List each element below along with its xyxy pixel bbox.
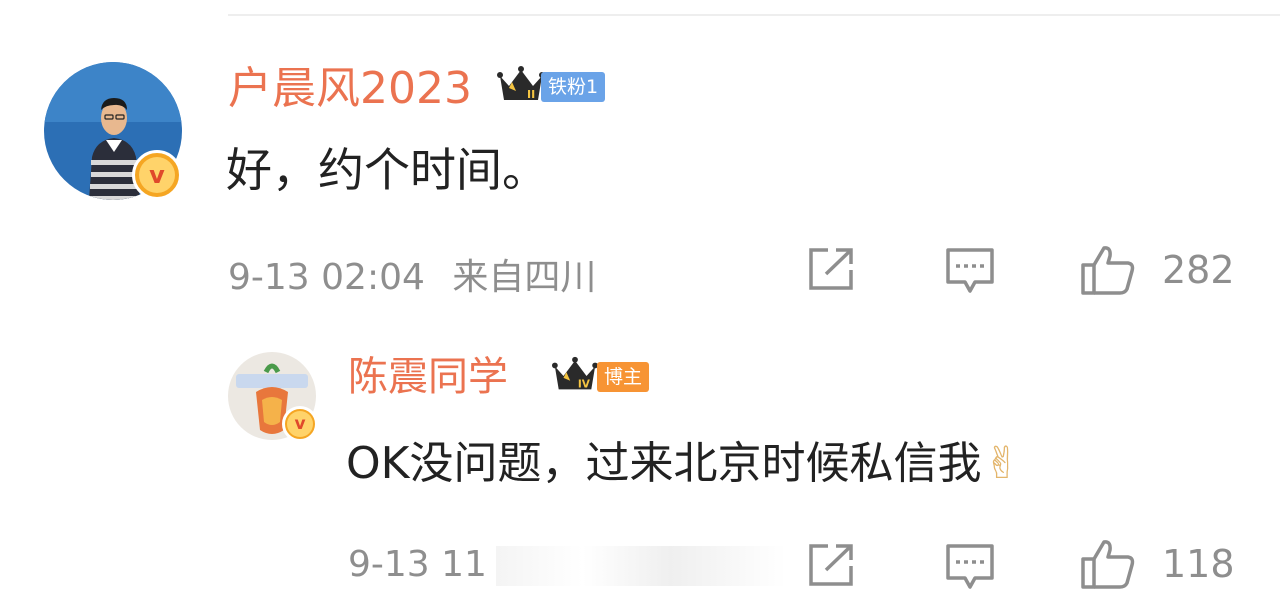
fan-badge: 铁粉1 xyxy=(541,72,606,102)
username[interactable]: 陈震同学 xyxy=(348,352,508,402)
like-icon xyxy=(1081,540,1135,589)
comment-icon xyxy=(946,248,994,293)
reply-text: OK没问题，过来北京时候私信我✌ xyxy=(346,434,1020,494)
username[interactable]: 户晨风2023 xyxy=(228,62,472,116)
share-button[interactable] xyxy=(806,246,856,292)
like-button[interactable]: 118 xyxy=(1080,538,1235,590)
comment-button[interactable] xyxy=(944,542,996,592)
svg-text:IV: IV xyxy=(578,379,591,391)
like-icon xyxy=(1081,246,1135,295)
reply-text-body: OK没问题，过来北京时候私信我 xyxy=(346,438,982,489)
comment-meta: 9-13 02:04 来自四川 xyxy=(228,248,596,300)
share-button[interactable] xyxy=(806,542,856,588)
blogger-badge: 博主 xyxy=(597,362,650,392)
svg-text:II: II xyxy=(527,88,535,101)
like-count: 118 xyxy=(1162,542,1235,586)
location: 来自四川 xyxy=(452,257,597,298)
comment-text: 好，约个时间。 xyxy=(226,143,548,197)
comment-icon xyxy=(946,544,994,589)
redacted-area xyxy=(496,546,786,586)
share-icon xyxy=(809,248,853,290)
top-divider xyxy=(228,14,1280,16)
like-button[interactable]: 282 xyxy=(1080,244,1235,296)
share-icon xyxy=(809,544,853,586)
verified-icon: v xyxy=(132,150,182,200)
crown-icon: IV xyxy=(552,356,598,391)
timestamp: 9-13 11 xyxy=(348,544,487,585)
victory-hand-icon: ✌ xyxy=(983,438,1021,489)
like-count: 282 xyxy=(1162,248,1235,292)
verified-icon: v xyxy=(282,406,318,442)
crown-icon: II xyxy=(497,66,545,101)
reply-meta: 9-13 11 xyxy=(348,544,487,585)
comment-button[interactable] xyxy=(944,246,996,296)
timestamp: 9-13 02:04 xyxy=(228,257,425,298)
